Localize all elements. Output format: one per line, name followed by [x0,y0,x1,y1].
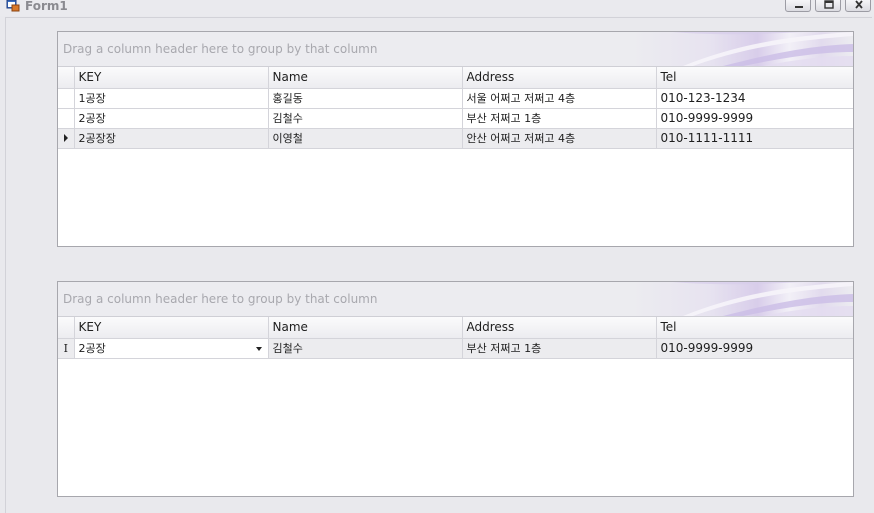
cell-name[interactable]: 홍길동 [268,88,463,109]
cell-tel[interactable]: 010-123-1234 [656,88,853,109]
data-grid-1[interactable]: Drag a column header here to group by th… [57,31,854,247]
grid-table: KEY Name Address Tel 1공장 홍길동 서울 어쩌고 저쩌고 … [58,67,853,149]
table-row[interactable]: 2공장 김철수 부산 저쩌고 1층 010-9999-9999 [58,108,853,129]
minimize-icon [795,6,803,8]
header-row: KEY Name Address Tel [58,317,853,339]
close-icon [855,0,863,9]
column-header-key[interactable]: KEY [74,317,269,339]
cell-address[interactable]: 서울 어쩌고 저쩌고 4층 [462,88,657,109]
row-indicator[interactable] [58,108,75,129]
cell-tel[interactable]: 010-9999-9999 [656,338,853,359]
cell-name[interactable]: 김철수 [268,108,463,129]
column-header-tel[interactable]: Tel [656,67,853,89]
table-row-editing[interactable]: I 2공장 김철수 부산 저쩌고 1층 010-9999-9999 [58,338,853,359]
header-row: KEY Name Address Tel [58,67,853,89]
cell-key[interactable]: 2공장 [74,108,269,129]
column-header-tel[interactable]: Tel [656,317,853,339]
table-row-focused[interactable]: 2공장장 이영철 안산 어쩌고 저쩌고 4층 010-1111-1111 [58,128,853,149]
grid-table: KEY Name Address Tel I 2공장 김철수 부산 저쩌고 1층… [58,317,853,359]
column-header-address[interactable]: Address [462,317,657,339]
data-grid-2[interactable]: Drag a column header here to group by th… [57,281,854,497]
cell-address[interactable]: 안산 어쩌고 저쩌고 4층 [462,128,657,149]
cell-address[interactable]: 부산 저쩌고 1층 [462,108,657,129]
decorative-swirl [673,282,853,316]
current-row-arrow-icon [63,133,68,142]
dropdown-arrow-icon[interactable] [255,346,262,351]
window-title: Form1 [25,0,68,13]
cell-key[interactable]: 2공장장 [74,128,269,149]
cell-address[interactable]: 부산 저쩌고 1층 [462,338,657,359]
cell-name[interactable]: 김철수 [268,338,463,359]
title-bar: Form1 [0,0,874,16]
close-button[interactable] [845,0,871,12]
group-by-hint: Drag a column header here to group by th… [63,42,378,56]
row-indicator-header [58,67,75,89]
row-indicator-header [58,317,75,339]
column-header-address[interactable]: Address [462,67,657,89]
column-header-name[interactable]: Name [268,67,463,89]
maximize-icon [824,0,834,9]
row-indicator[interactable] [58,128,75,149]
row-indicator[interactable]: I [58,338,75,359]
cell-tel[interactable]: 010-9999-9999 [656,108,853,129]
minimize-button[interactable] [785,0,811,12]
column-header-key[interactable]: KEY [74,67,269,89]
editing-cursor-icon: I [63,341,68,355]
group-by-hint: Drag a column header here to group by th… [63,292,378,306]
group-by-panel[interactable]: Drag a column header here to group by th… [58,32,853,67]
column-header-name[interactable]: Name [268,317,463,339]
cell-key[interactable]: 1공장 [74,88,269,109]
decorative-swirl [673,32,853,66]
maximize-button[interactable] [815,0,841,12]
app-icon[interactable] [6,0,20,12]
cell-tel[interactable]: 010-1111-1111 [656,128,853,149]
group-by-panel[interactable]: Drag a column header here to group by th… [58,282,853,317]
table-row[interactable]: 1공장 홍길동 서울 어쩌고 저쩌고 4층 010-123-1234 [58,88,853,109]
combobox-value: 2공장 [78,342,106,355]
cell-name[interactable]: 이영철 [268,128,463,149]
cell-key-combobox[interactable]: 2공장 [74,338,269,359]
row-indicator[interactable] [58,88,75,109]
